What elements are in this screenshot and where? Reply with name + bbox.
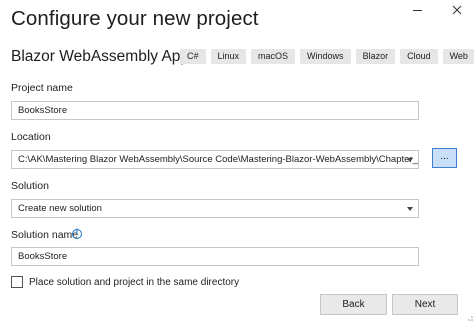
same-directory-checkbox[interactable] xyxy=(11,276,23,288)
location-value: C:\AK\Mastering Blazor WebAssembly\Sourc… xyxy=(18,154,419,165)
browse-button[interactable]: ... xyxy=(432,148,457,168)
tag: C# xyxy=(180,49,206,64)
tag: macOS xyxy=(251,49,296,64)
same-directory-label[interactable]: Place solution and project in the same d… xyxy=(29,277,239,288)
chevron-down-icon xyxy=(407,158,413,162)
project-name-input[interactable]: BooksStore xyxy=(11,101,419,120)
solution-select[interactable]: Create new solution xyxy=(11,199,419,218)
info-icon[interactable]: i xyxy=(72,229,82,239)
tag: Windows xyxy=(300,49,351,64)
tag: Web xyxy=(442,49,474,64)
tag: Cloud xyxy=(400,49,438,64)
location-label: Location xyxy=(11,131,51,143)
tag: Blazor xyxy=(355,49,396,64)
chevron-down-icon xyxy=(407,207,413,211)
close-button[interactable] xyxy=(448,2,468,18)
solution-name-input[interactable]: BooksStore xyxy=(11,247,419,266)
project-name-label: Project name xyxy=(11,82,73,94)
configure-project-dialog: Configure your new project Blazor WebAss… xyxy=(0,0,474,322)
project-name-value: BooksStore xyxy=(18,105,68,116)
dialog-title: Configure your new project xyxy=(11,7,259,30)
solution-name-value: BooksStore xyxy=(18,251,68,262)
back-button[interactable]: Back xyxy=(320,294,387,315)
location-combobox[interactable]: C:\AK\Mastering Blazor WebAssembly\Sourc… xyxy=(11,150,419,169)
template-tags: C# Linux macOS Windows Blazor Cloud Web xyxy=(180,49,474,64)
tag: Linux xyxy=(210,49,247,64)
solution-label: Solution xyxy=(11,180,49,192)
template-name: Blazor WebAssembly App xyxy=(11,48,190,65)
minimize-button[interactable] xyxy=(408,2,428,18)
solution-name-label: Solution name xyxy=(11,229,79,241)
solution-value: Create new solution xyxy=(18,203,102,214)
next-button[interactable]: Next xyxy=(392,294,458,315)
close-icon xyxy=(452,5,462,15)
resize-grip-icon[interactable] xyxy=(465,313,473,321)
